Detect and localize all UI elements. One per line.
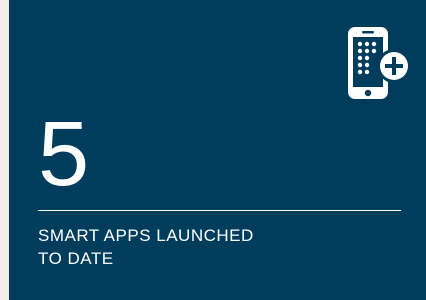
stat-label-line-1: SMART APPS LAUNCHED	[38, 226, 254, 245]
stat-label-line-2: TO DATE	[38, 249, 114, 268]
stat-number: 5	[38, 103, 90, 205]
stat-label: SMART APPS LAUNCHED TO DATE	[38, 224, 358, 270]
divider	[38, 210, 401, 211]
stat-card: 5 SMART APPS LAUNCHED TO DATE	[9, 0, 426, 300]
smartphone-add-icon	[345, 25, 415, 103]
